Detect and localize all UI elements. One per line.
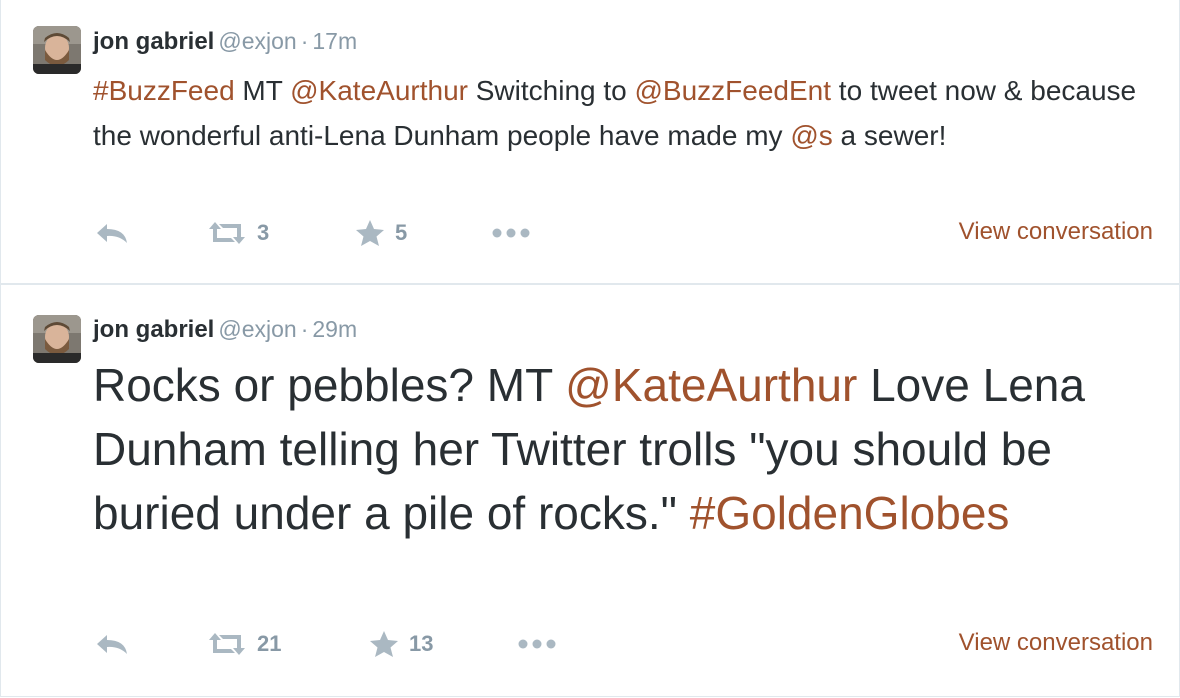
view-conversation-link[interactable]: View conversation <box>959 218 1153 248</box>
retweet-button[interactable]: 3 <box>207 218 269 248</box>
retweet-icon <box>207 221 247 245</box>
tweet-text-segment: MT <box>234 75 291 106</box>
timeline: jon gabriel @exjon · 17m #BuzzFeed MT @Kate… <box>0 0 1180 697</box>
retweet-icon <box>207 632 247 656</box>
mention-link[interactable]: @s <box>790 120 832 151</box>
tweet-header: jon gabriel @exjon · 29m <box>93 315 357 344</box>
more-button[interactable] <box>491 218 531 248</box>
more-button[interactable] <box>517 629 557 659</box>
tweet-text: #BuzzFeed MT @KateAurthur Switching to @… <box>93 68 1163 158</box>
author-name[interactable]: jon gabriel <box>93 316 214 343</box>
reply-icon <box>95 221 129 245</box>
retweet-count: 3 <box>257 220 270 245</box>
view-conversation-link[interactable]: View conversation <box>959 629 1153 659</box>
separator: · <box>300 28 309 54</box>
tweet-actions: 21 13 View conversation <box>93 629 1153 659</box>
tweet-actions: 3 5 View conversation <box>93 218 1153 248</box>
favorite-count: 5 <box>395 220 408 245</box>
favorite-count: 13 <box>409 631 434 656</box>
avatar[interactable] <box>33 26 81 74</box>
more-icon <box>491 227 531 239</box>
tweet[interactable]: jon gabriel @exjon · 29m Rocks or pebbles? … <box>1 285 1179 695</box>
avatar[interactable] <box>33 315 81 363</box>
reply-button[interactable] <box>95 629 129 659</box>
more-icon <box>517 638 557 650</box>
tweet-text-segment: Switching to <box>467 75 635 106</box>
star-icon <box>355 219 385 247</box>
star-icon <box>369 630 399 658</box>
tweet-text-segment: a sewer! <box>832 120 947 151</box>
mention-link[interactable]: @BuzzFeedEnt <box>635 75 832 106</box>
reply-button[interactable] <box>95 218 129 248</box>
retweet-button[interactable]: 21 <box>207 629 281 659</box>
timestamp[interactable]: 29m <box>312 316 357 342</box>
tweet-text: Rocks or pebbles? MT @KateAurthur Love L… <box>93 353 1153 545</box>
tweet-text-segment: Rocks or pebbles? MT <box>93 359 566 411</box>
tweet-header: jon gabriel @exjon · 17m <box>93 27 357 56</box>
author-handle[interactable]: @exjon <box>218 28 296 54</box>
hashtag-link[interactable]: #BuzzFeed <box>93 75 235 106</box>
timestamp[interactable]: 17m <box>312 28 357 54</box>
author-name[interactable]: jon gabriel <box>93 28 214 55</box>
tweet[interactable]: jon gabriel @exjon · 17m #BuzzFeed MT @Kate… <box>1 0 1179 285</box>
retweet-count: 21 <box>257 631 282 656</box>
hashtag-link[interactable]: #GoldenGlobes <box>690 487 1010 539</box>
mention-link[interactable]: @KateAurthur <box>565 359 857 411</box>
author-handle[interactable]: @exjon <box>218 316 296 342</box>
favorite-button[interactable]: 5 <box>355 218 407 248</box>
separator: · <box>300 316 309 342</box>
reply-icon <box>95 632 129 656</box>
favorite-button[interactable]: 13 <box>369 629 433 659</box>
mention-link[interactable]: @KateAurthur <box>290 75 468 106</box>
